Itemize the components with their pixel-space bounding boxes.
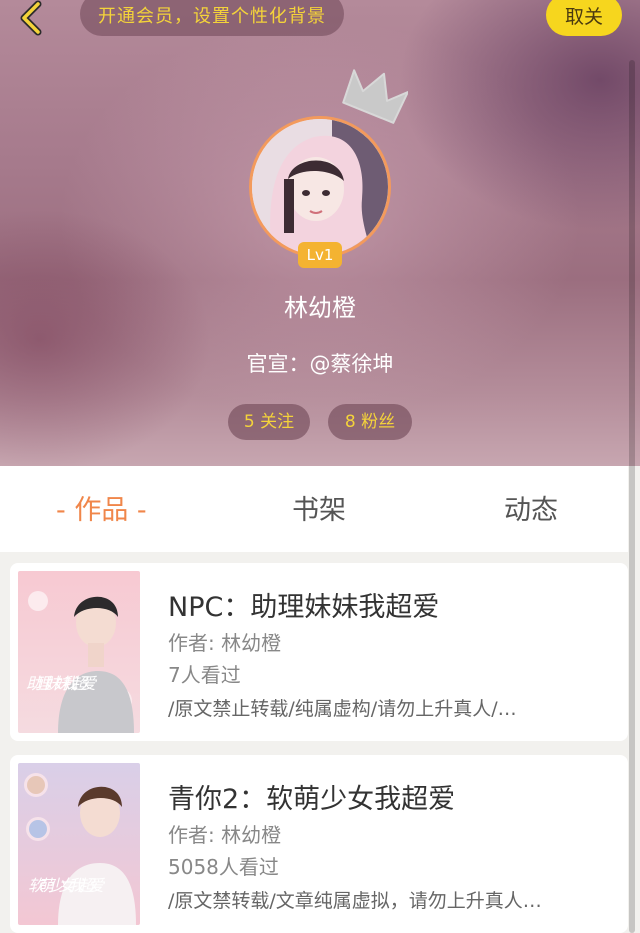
work-item[interactable]: 助理妹妹 我超爱 NPC：助理妹妹我超爱 作者: 林幼橙 7人看过 /原文禁止转… <box>10 563 628 741</box>
work-title: NPC：助理妹妹我超爱 <box>168 592 440 623</box>
tab-works[interactable]: - 作品 - <box>56 466 147 552</box>
avatar[interactable] <box>249 116 391 258</box>
work-author: 作者: 林幼橙 <box>168 631 282 655</box>
following-count[interactable]: 5 关注 <box>228 404 310 440</box>
svg-text:助理妹妹 我超爱: 助理妹妹 我超爱 <box>26 674 98 693</box>
work-tags: /原文禁止转载/纯属虚构/请勿上升真人/… <box>168 698 517 720</box>
svg-text:软萌少女 我超爱: 软萌少女 我超爱 <box>28 876 106 895</box>
work-item[interactable]: 软萌少女 我超爱 青你2：软萌少女我超爱 作者: 林幼橙 5058人看过 /原文… <box>10 755 628 933</box>
profile-bio: 官宣：@蔡徐坤 <box>246 352 394 376</box>
back-arrow-icon <box>20 0 42 36</box>
profile-tabs: - 作品 - 书架 动态 <box>0 466 628 552</box>
work-tags: /原文禁转载/文章纯属虚拟，请勿上升真人… <box>168 890 542 912</box>
vip-background-banner[interactable]: 开通会员，设置个性化背景 <box>80 0 344 36</box>
crown-icon <box>342 69 408 124</box>
avatar-image <box>252 119 388 255</box>
work-views: 5058人看过 <box>168 855 279 879</box>
work-cover-image: 助理妹妹 我超爱 <box>18 571 140 733</box>
unfollow-button[interactable]: 取关 <box>546 0 622 36</box>
work-views: 7人看过 <box>168 663 241 687</box>
username: 林幼橙 <box>284 294 356 322</box>
level-badge: Lv1 <box>298 242 342 268</box>
work-cover-image: 软萌少女 我超爱 <box>18 763 140 925</box>
scrollbar[interactable] <box>629 60 635 933</box>
work-title: 青你2：软萌少女我超爱 <box>168 784 456 815</box>
back-button[interactable] <box>14 0 54 38</box>
profile-header: 开通会员，设置个性化背景 取关 Lv1 林幼橙 官宣：@蔡徐坤 5 关注 8 粉… <box>0 0 640 466</box>
work-author: 作者: 林幼橙 <box>168 823 282 847</box>
tab-bookshelf[interactable]: 书架 <box>292 466 346 552</box>
followers-count[interactable]: 8 粉丝 <box>328 404 412 440</box>
tab-moments[interactable]: 动态 <box>504 466 558 552</box>
